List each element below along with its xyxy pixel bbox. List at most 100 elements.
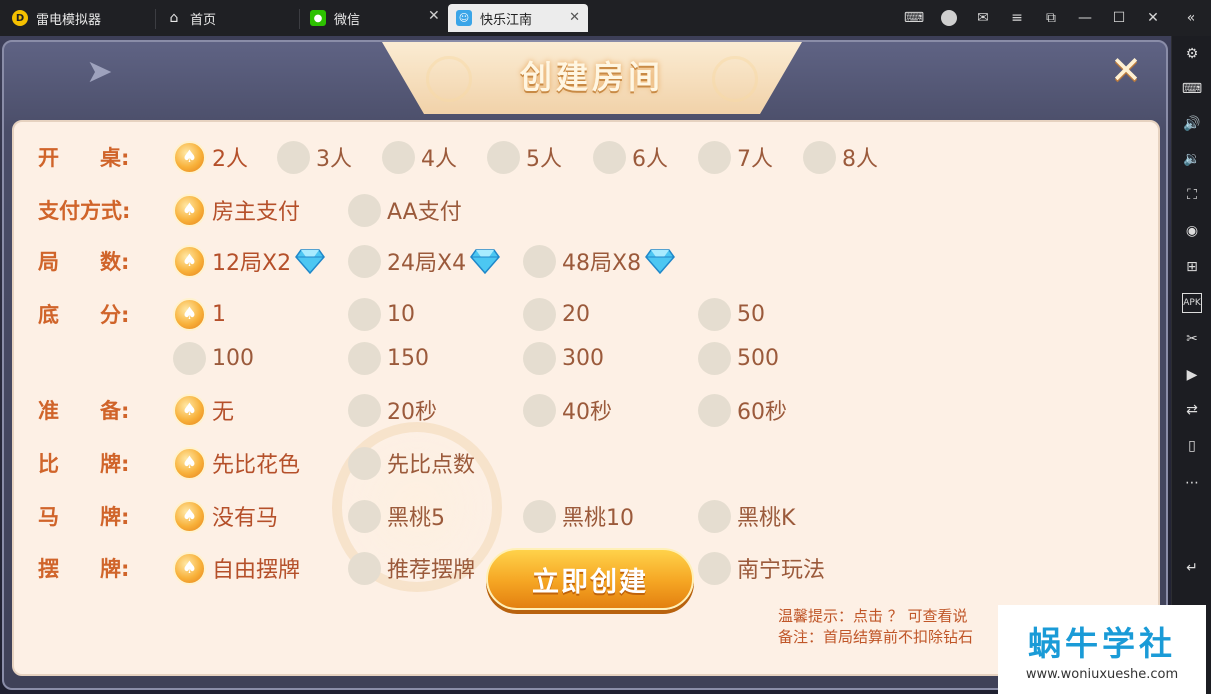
- option-base-0[interactable]: 1: [173, 297, 226, 331]
- radio-unselected-icon[interactable]: [698, 297, 731, 331]
- radio-selected-icon[interactable]: [173, 244, 206, 278]
- radio-unselected-icon[interactable]: [487, 140, 520, 174]
- tab-home[interactable]: ⌂ 首页: [166, 4, 216, 32]
- option-seats-5[interactable]: 7人: [698, 140, 773, 174]
- minimize-icon[interactable]: —: [1076, 9, 1094, 27]
- popout-icon[interactable]: ⧉: [1042, 9, 1060, 27]
- radio-selected-icon[interactable]: [173, 193, 206, 227]
- menu-icon[interactable]: ≡: [1008, 9, 1026, 27]
- option-ready-3[interactable]: 60秒: [698, 393, 787, 427]
- option-horse-0[interactable]: 没有马: [173, 499, 278, 533]
- option-rounds-2[interactable]: 48局X8: [523, 244, 676, 278]
- add-app-icon[interactable]: ⊞: [1182, 257, 1202, 277]
- radio-unselected-icon[interactable]: [523, 297, 556, 331]
- option-horse-2[interactable]: 黑桃10: [523, 499, 634, 533]
- shake-icon[interactable]: ▯: [1182, 436, 1202, 456]
- close-icon[interactable]: ✕: [1144, 9, 1162, 27]
- option-base-2[interactable]: 20: [523, 297, 590, 331]
- apk-install-icon[interactable]: APK: [1182, 293, 1202, 313]
- create-room-button[interactable]: 立即创建: [486, 548, 694, 610]
- screenshot-icon[interactable]: ✂: [1182, 329, 1202, 349]
- radio-unselected-icon[interactable]: [593, 140, 626, 174]
- radio-unselected-icon[interactable]: [348, 297, 381, 331]
- option-base-4[interactable]: 100: [173, 341, 254, 375]
- radio-unselected-icon[interactable]: [348, 551, 381, 585]
- option-horse-3[interactable]: 黑桃K: [698, 499, 795, 533]
- radio-unselected-icon[interactable]: [348, 446, 381, 480]
- radio-unselected-icon[interactable]: [348, 193, 381, 227]
- settings-icon[interactable]: ⚙: [1182, 44, 1202, 64]
- option-arrange-3[interactable]: 南宁玩法: [698, 551, 825, 585]
- tab-wechat[interactable]: ● 微信: [310, 4, 360, 32]
- volume-up-icon[interactable]: 🔊: [1182, 114, 1202, 134]
- radio-selected-icon[interactable]: [173, 140, 206, 174]
- more-icon[interactable]: ⋯: [1182, 473, 1202, 493]
- radio-selected-icon[interactable]: [173, 297, 206, 331]
- option-ready-2[interactable]: 40秒: [523, 393, 612, 427]
- tab-wechat-close-icon[interactable]: ✕: [428, 8, 440, 24]
- game-app-icon: ☺: [456, 10, 472, 26]
- option-horse-1[interactable]: 黑桃5: [348, 499, 445, 533]
- radio-unselected-icon[interactable]: [523, 499, 556, 533]
- radio-unselected-icon[interactable]: [348, 499, 381, 533]
- keyboard-icon[interactable]: ⌨: [1182, 79, 1202, 99]
- option-base-6[interactable]: 300: [523, 341, 604, 375]
- radio-unselected-icon[interactable]: [173, 341, 206, 375]
- account-icon[interactable]: [940, 9, 958, 27]
- gamepad-icon[interactable]: ⌨: [904, 9, 924, 27]
- maximize-icon[interactable]: ☐: [1110, 9, 1128, 27]
- option-seats-2[interactable]: 4人: [382, 140, 457, 174]
- option-seats-6[interactable]: 8人: [803, 140, 878, 174]
- option-payment-1[interactable]: AA支付: [348, 193, 462, 227]
- option-base-7[interactable]: 500: [698, 341, 779, 375]
- volume-down-icon[interactable]: 🔉: [1182, 149, 1202, 169]
- option-seats-3[interactable]: 5人: [487, 140, 562, 174]
- option-compare-0[interactable]: 先比花色: [173, 446, 300, 480]
- radio-unselected-icon[interactable]: [277, 140, 310, 174]
- option-seats-label: 2人: [212, 147, 248, 172]
- option-arrange-0[interactable]: 自由摆牌: [173, 551, 300, 585]
- option-seats-0[interactable]: 2人: [173, 140, 248, 174]
- radio-unselected-icon[interactable]: [348, 393, 381, 427]
- radio-selected-icon[interactable]: [173, 499, 206, 533]
- fullscreen-icon[interactable]: ⛶: [1182, 185, 1202, 205]
- video-icon[interactable]: ▶: [1182, 365, 1202, 385]
- option-base-5[interactable]: 150: [348, 341, 429, 375]
- option-payment-0[interactable]: 房主支付: [173, 193, 300, 227]
- radio-unselected-icon[interactable]: [523, 393, 556, 427]
- option-seats-1[interactable]: 3人: [277, 140, 352, 174]
- option-arrange-1[interactable]: 推荐摆牌: [348, 551, 475, 585]
- radio-unselected-icon[interactable]: [698, 393, 731, 427]
- close-dialog-button[interactable]: ✕: [1104, 48, 1148, 92]
- radio-unselected-icon[interactable]: [382, 140, 415, 174]
- tab-game[interactable]: ☺ 快乐江南 ✕: [448, 4, 588, 32]
- option-rounds-1[interactable]: 24局X4: [348, 244, 501, 278]
- collapse-icon[interactable]: «: [1182, 9, 1200, 27]
- radio-unselected-icon[interactable]: [698, 341, 731, 375]
- radio-selected-icon[interactable]: [173, 393, 206, 427]
- radio-unselected-icon[interactable]: [803, 140, 836, 174]
- option-base-3[interactable]: 50: [698, 297, 765, 331]
- radio-selected-icon[interactable]: [173, 446, 206, 480]
- option-compare-1[interactable]: 先比点数: [348, 446, 475, 480]
- radio-unselected-icon[interactable]: [348, 341, 381, 375]
- label-ready: 准 备:: [38, 395, 129, 425]
- back-icon[interactable]: ↵: [1182, 558, 1202, 578]
- radio-unselected-icon[interactable]: [523, 244, 556, 278]
- radio-selected-icon[interactable]: [173, 551, 206, 585]
- option-rounds-0[interactable]: 12局X2: [173, 244, 326, 278]
- option-ready-1[interactable]: 20秒: [348, 393, 437, 427]
- radio-unselected-icon[interactable]: [698, 499, 731, 533]
- radio-unselected-icon[interactable]: [523, 341, 556, 375]
- tab-game-close-icon[interactable]: ✕: [569, 10, 580, 25]
- radio-unselected-icon[interactable]: [348, 244, 381, 278]
- radio-unselected-icon[interactable]: [698, 551, 731, 585]
- option-ready-0[interactable]: 无: [173, 393, 234, 427]
- record-icon[interactable]: ◉: [1182, 221, 1202, 241]
- option-seats-4[interactable]: 6人: [593, 140, 668, 174]
- option-base-1[interactable]: 10: [348, 297, 415, 331]
- app-tab[interactable]: D 雷电模拟器: [12, 4, 101, 32]
- radio-unselected-icon[interactable]: [698, 140, 731, 174]
- mail-icon[interactable]: ✉: [974, 9, 992, 27]
- sync-icon[interactable]: ⇄: [1182, 400, 1202, 420]
